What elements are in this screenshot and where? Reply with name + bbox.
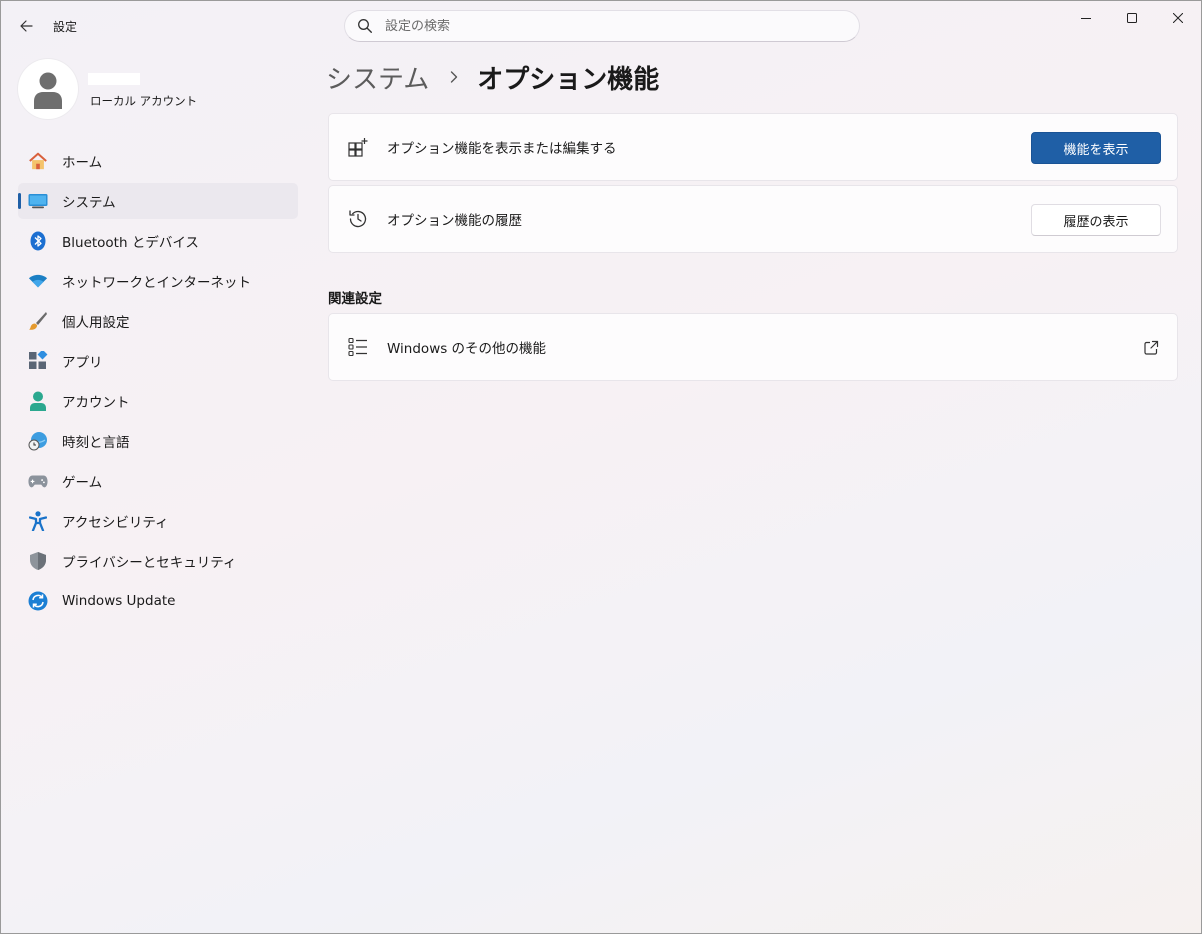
page-title: オプション機能 xyxy=(477,64,660,95)
sidebar-item-home[interactable]: ホーム xyxy=(18,143,298,179)
sidebar-item-windows-update[interactable]: Windows Update xyxy=(18,583,298,619)
maximize-button[interactable] xyxy=(1109,1,1155,35)
home-icon xyxy=(28,151,48,171)
sidebar-nav: ホーム システム Bluetooth とデバイス ネットワークとインターネット … xyxy=(18,143,298,623)
sidebar-item-bluetooth[interactable]: Bluetooth とデバイス xyxy=(18,223,298,259)
breadcrumb: システム オプション機能 xyxy=(326,59,659,95)
sidebar-item-personalization[interactable]: 個人用設定 xyxy=(18,303,298,339)
title-bar: 設定 xyxy=(1,1,1201,51)
gamepad-icon xyxy=(28,471,48,491)
breadcrumb-system-link[interactable]: システム xyxy=(326,59,429,96)
add-grid-icon xyxy=(347,136,369,158)
system-icon xyxy=(28,191,48,211)
list-icon xyxy=(347,336,369,358)
sidebar-item-network[interactable]: ネットワークとインターネット xyxy=(18,263,298,299)
apps-icon xyxy=(28,351,48,371)
related-settings-header: 関連設定 xyxy=(328,291,382,307)
account-type: ローカル アカウント xyxy=(90,94,198,108)
card-windows-features[interactable]: Windows のその他の機能 xyxy=(328,313,1178,381)
wifi-icon xyxy=(28,271,48,291)
close-icon xyxy=(1173,13,1183,23)
user-icon xyxy=(34,72,62,109)
search-icon xyxy=(358,19,372,33)
card-history: オプション機能の履歴 履歴の表示 xyxy=(328,185,1178,253)
card-view-features: オプション機能を表示または編集する 機能を表示 xyxy=(328,113,1178,181)
app-title: 設定 xyxy=(53,20,78,34)
profile[interactable]: ローカル アカウント xyxy=(18,59,298,119)
history-icon xyxy=(347,208,369,230)
search-input[interactable] xyxy=(385,18,825,34)
avatar xyxy=(18,59,78,119)
brush-icon xyxy=(28,311,48,331)
sidebar-item-time-language[interactable]: 時刻と言語 xyxy=(18,423,298,459)
sidebar-item-privacy-security[interactable]: プライバシーとセキュリティ xyxy=(18,543,298,579)
username-redacted xyxy=(88,73,140,85)
sidebar-item-apps[interactable]: アプリ xyxy=(18,343,298,379)
bluetooth-icon xyxy=(28,231,48,251)
accessibility-icon xyxy=(28,511,48,531)
view-history-button[interactable]: 履歴の表示 xyxy=(1031,204,1161,236)
history-label: オプション機能の履歴 xyxy=(387,213,522,229)
window-controls xyxy=(1063,1,1201,35)
windows-features-label: Windows のその他の機能 xyxy=(387,341,547,357)
minimize-icon xyxy=(1081,18,1091,19)
shield-icon xyxy=(28,551,48,571)
external-link-icon xyxy=(1144,340,1159,355)
maximize-icon xyxy=(1127,13,1137,23)
time-language-icon xyxy=(28,431,48,451)
search-box[interactable] xyxy=(344,10,860,42)
view-features-label: オプション機能を表示または編集する xyxy=(387,141,617,157)
sidebar-item-accessibility[interactable]: アクセシビリティ xyxy=(18,503,298,539)
sidebar-item-gaming[interactable]: ゲーム xyxy=(18,463,298,499)
minimize-button[interactable] xyxy=(1063,1,1109,35)
close-button[interactable] xyxy=(1155,1,1201,35)
sidebar-item-system[interactable]: システム xyxy=(18,183,298,219)
update-icon xyxy=(28,591,48,611)
sidebar-item-accounts[interactable]: アカウント xyxy=(18,383,298,419)
back-button[interactable] xyxy=(11,11,41,41)
chevron-right-icon xyxy=(451,71,458,83)
view-features-button[interactable]: 機能を表示 xyxy=(1031,132,1161,164)
account-icon xyxy=(28,391,48,411)
back-arrow-icon xyxy=(20,20,33,32)
